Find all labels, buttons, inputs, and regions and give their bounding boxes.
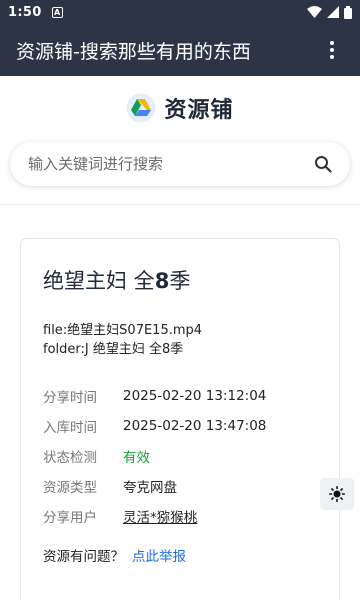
index-time-row: 入库时间 2025-02-20 13:47:08	[43, 411, 317, 441]
resource-files: file:绝望主妇S07E15.mp4 folder:J 绝望主妇 全8季	[43, 321, 317, 359]
search-icon[interactable]	[314, 155, 332, 173]
share-user-link[interactable]: 灵活*猕猴桃	[123, 506, 197, 526]
theme-toggle-button[interactable]	[320, 478, 354, 510]
resource-meta: 分享时间 2025-02-20 13:12:04 入库时间 2025-02-20…	[43, 381, 317, 531]
sun-icon	[329, 486, 345, 502]
report-question: 资源有问题？	[43, 549, 124, 565]
index-time-value: 2025-02-20 13:47:08	[123, 418, 267, 434]
status-value: 有效	[123, 450, 150, 466]
status-label: 状态检测	[43, 450, 97, 466]
share-time-label: 分享时间	[43, 390, 97, 406]
report-link[interactable]: 点此举报	[132, 549, 186, 565]
status-bar: 1:50 A	[0, 0, 360, 24]
resource-card: 绝望主妇 全8季 file:绝望主妇S07E15.mp4 folder:J 绝望…	[20, 238, 340, 600]
wifi-icon	[307, 6, 322, 18]
search-bar	[10, 142, 350, 186]
status-row: 状态检测 有效	[43, 441, 317, 471]
index-time-label: 入库时间	[43, 420, 97, 436]
report-row: 资源有问题？ 点此举报	[43, 545, 317, 565]
share-time-row: 分享时间 2025-02-20 13:12:04	[43, 381, 317, 411]
app-bar: 资源铺-搜索那些有用的东西	[0, 24, 360, 76]
battery-icon	[344, 5, 352, 19]
resource-title: 绝望主妇 全8季	[43, 265, 317, 295]
file-line: file:绝望主妇S07E15.mp4	[43, 323, 203, 338]
folder-line: folder:J 绝望主妇 全8季	[43, 342, 184, 357]
app-title: 资源铺-搜索那些有用的东西	[16, 40, 251, 63]
overflow-menu-icon[interactable]	[320, 38, 344, 62]
brand-header: 资源铺	[0, 92, 360, 124]
type-value: 夸克网盘	[123, 480, 177, 496]
main-content: 资源铺 绝望主妇 全8季 file:绝望主妇S07E15.mp4 folder:…	[0, 76, 360, 600]
brand-name: 资源铺	[164, 98, 234, 123]
signal-icon	[327, 6, 339, 18]
type-label: 资源类型	[43, 480, 97, 496]
user-label: 分享用户	[43, 510, 97, 526]
resource-title-suffix: 季	[169, 269, 191, 293]
logo-icon	[126, 93, 156, 123]
divider	[0, 204, 360, 205]
resource-title-number: 8	[154, 269, 170, 293]
status-time: 1:50	[8, 4, 42, 20]
resource-title-prefix: 绝望主妇 全	[43, 269, 155, 293]
share-time-value: 2025-02-20 13:12:04	[123, 388, 267, 404]
search-input[interactable]	[28, 155, 314, 173]
notification-a-icon: A	[51, 6, 63, 18]
status-icons	[307, 5, 352, 19]
type-row: 资源类型 夸克网盘	[43, 471, 317, 501]
user-row: 分享用户 灵活*猕猴桃	[43, 501, 317, 531]
